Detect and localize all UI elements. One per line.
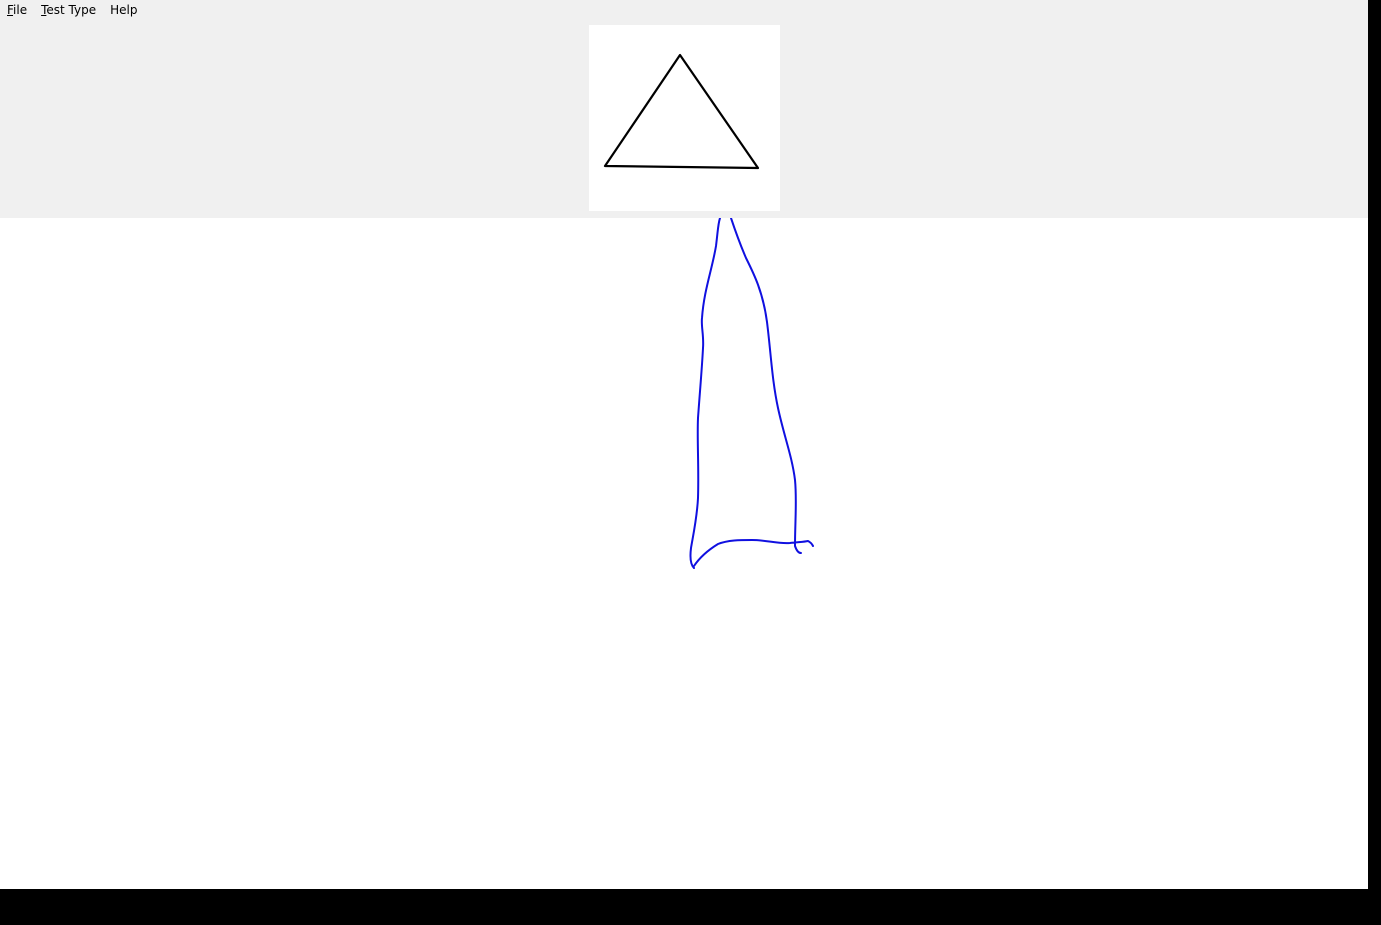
screen-edge-right — [1368, 0, 1381, 925]
menubar: File Test Type Help — [0, 0, 144, 20]
reference-triangle-outline — [603, 53, 760, 170]
menu-test-type[interactable]: Test Type — [34, 0, 103, 20]
reference-triangle — [603, 53, 760, 170]
app-window: File Test Type Help — [0, 0, 1368, 889]
top-panel: File Test Type Help — [0, 0, 1368, 218]
menu-help[interactable]: Help — [103, 0, 144, 20]
screen-edge-bottom — [0, 889, 1381, 925]
user-stroke — [689, 218, 814, 569]
user-drawing — [689, 218, 814, 569]
drawing-canvas[interactable] — [0, 218, 1368, 889]
reference-shape-panel — [589, 25, 780, 211]
menu-file[interactable]: File — [0, 0, 34, 20]
